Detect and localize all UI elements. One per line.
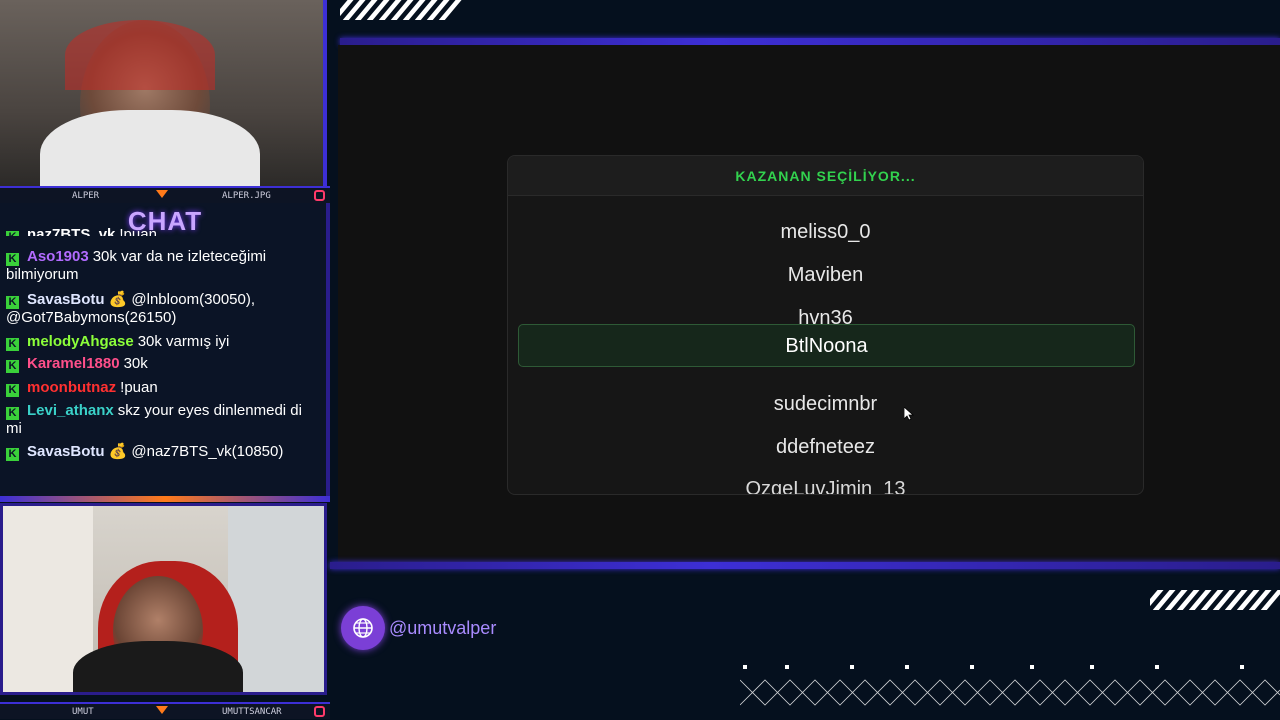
chat-message: K SavasBotu 💰 @lnbloom(30050), @Got7Babymo… (6, 291, 321, 326)
kick-badge-icon: K (6, 407, 19, 420)
kick-badge-icon: K (6, 384, 19, 397)
chat-text: !puan (119, 226, 157, 236)
chat-user: Levi_athanx (27, 402, 114, 419)
name-item: fatimakristo (508, 196, 1143, 201)
name-item: OzgeLuvJimin_13 (745, 478, 906, 495)
social-handle-text: @umutvalper (389, 617, 497, 638)
chat-emoji: 💰 (108, 443, 128, 460)
chat-message: KmelodyAhgase 30k varmış iyi (6, 333, 321, 351)
chat-panel: CHAT Knaz7BTS_vk!puan KAso190330k var da… (0, 203, 330, 498)
name-item: Maviben (787, 264, 864, 286)
kick-badge-icon: K (6, 296, 19, 309)
name-item: meliss0_0 (780, 221, 871, 243)
chat-bottom-line (0, 496, 330, 502)
overlay-top-line (340, 38, 1280, 45)
picker-title: KAZANAN SEÇİLİYOR... (735, 167, 916, 184)
chat-text: 30k varmış iyi (137, 333, 230, 350)
name-item: sudecimnbr (773, 393, 878, 415)
cam-left-label: UMUT (72, 706, 94, 717)
chat-message: K Levi_athanx skz your eyes dinlenmedi di … (6, 402, 321, 437)
chat-user: Aso1903 (27, 248, 89, 265)
chat-text: 30k (123, 355, 148, 372)
chat-message: Knaz7BTS_vk!puan (6, 226, 321, 236)
kick-badge-icon: K (6, 448, 19, 461)
chat-user: SavasBotu (27, 443, 105, 460)
chat-user: SavasBotu (27, 291, 105, 308)
chat-message: K Aso1903 30k var da ne izleteceğimi bilmi… (6, 248, 321, 283)
social-handle: @umutvalper (341, 606, 496, 650)
decorative-diamond-pattern (740, 665, 1280, 706)
cam-label-top: ALPER ALPER.JPG (0, 186, 330, 203)
globe-icon (341, 606, 385, 650)
chair-back (65, 20, 215, 90)
picker-header: KAZANAN SEÇİLİYOR... (508, 156, 1143, 196)
kick-badge-icon: K (6, 360, 19, 373)
chat-message: K SavasBotu 💰 @naz7BTS_vk(10850) (6, 443, 321, 461)
kick-badge-icon: K (6, 338, 19, 351)
kick-badge-icon: K (6, 231, 19, 236)
chat-user: moonbutnaz (27, 379, 117, 396)
kick-badge-icon: K (6, 253, 19, 266)
cam-label-bottom: UMUT UMUTTSANCAR (0, 702, 330, 719)
triangle-icon (156, 190, 168, 198)
name-item-selected: BtlNoona (518, 324, 1135, 367)
overlay-bottom-line (330, 562, 1280, 569)
chat-message: Kmoonbutnaz !puan (6, 379, 321, 397)
streamer-shirt (40, 110, 260, 186)
chat-emoji: 💰 (108, 291, 128, 308)
webcam-top (0, 0, 327, 186)
name-item: ddefneteez (776, 436, 875, 458)
streamer-shirt (73, 641, 243, 692)
instagram-icon (314, 190, 325, 201)
cam-left-label: ALPER (72, 190, 100, 201)
chat-message: K Karamel1880 30k (6, 355, 321, 373)
winner-picker-card: KAZANAN SEÇİLİYOR... fatimakristo meliss… (507, 155, 1144, 495)
triangle-icon (156, 706, 168, 714)
decorative-stripes-top (340, 0, 465, 20)
cam-right-label: UMUTTSANCAR (222, 706, 282, 717)
name-list: fatimakristo meliss0_0 Maviben hvn36 Btl… (508, 196, 1143, 495)
chat-text: @naz7BTS_vk(10850) (131, 443, 284, 460)
decorative-stripes-bottom (1150, 590, 1280, 610)
chat-user: Karamel1880 (27, 355, 120, 372)
webcam-bottom (0, 503, 327, 695)
chat-user: melodyAhgase (27, 333, 134, 350)
cam-right-label: ALPER.JPG (222, 190, 271, 201)
chat-user: naz7BTS_vk (27, 226, 116, 236)
chat-text: !puan (120, 379, 158, 396)
instagram-icon (314, 706, 325, 717)
wardrobe (228, 506, 324, 692)
